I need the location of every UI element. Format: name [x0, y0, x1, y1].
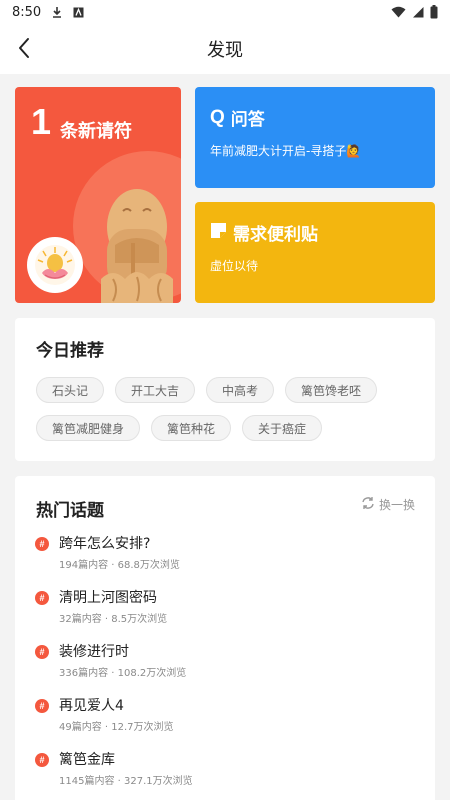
request-count: 1 [31, 101, 52, 142]
sticky-card-subtitle: 虚位以待 [210, 259, 259, 273]
topic-item[interactable]: # 清明上河图密码 32篇内容 · 8.5万次浏览 [35, 587, 415, 631]
tag-chip[interactable]: 开工大吉 [115, 377, 195, 403]
topic-meta: 32篇内容 · 8.5万次浏览 [59, 614, 168, 625]
sticky-card-title: 需求便利贴 [233, 225, 318, 245]
status-bar: 8:50 [0, 0, 450, 24]
tag-chip[interactable]: 篱笆种花 [151, 415, 231, 441]
qa-card[interactable]: Q 问答 年前减肥大计开启-寻搭子🙋 [195, 87, 435, 188]
figurine-illustration [93, 175, 181, 303]
hashtag-icon: # [35, 699, 49, 713]
sticky-card-header: 需求便利贴 [210, 220, 318, 245]
hashtag-icon: # [35, 645, 49, 659]
status-time: 8:50 [12, 4, 42, 20]
hot-topics-panel: 热门话题 换一换 # 跨年怎么安排? 194篇内容 · 68.8万次浏览 # 清… [15, 476, 435, 800]
hashtag-icon: # [35, 591, 49, 605]
tag-chip[interactable]: 篱笆减肥健身 [36, 415, 140, 441]
topic-title: 跨年怎么安排? [59, 536, 151, 552]
sticky-note-icon [210, 222, 227, 244]
nav-header: 发现 [0, 24, 450, 74]
refresh-label: 换一换 [378, 498, 415, 512]
q-icon: Q [210, 106, 225, 128]
topic-title: 装修进行时 [59, 644, 129, 660]
topic-title: 清明上河图密码 [59, 590, 157, 606]
topic-item[interactable]: # 再见爱人4 49篇内容 · 12.7万次浏览 [35, 695, 415, 739]
qa-card-title: 问答 [230, 110, 265, 130]
request-card[interactable]: 1 条新请符 [15, 87, 181, 303]
recommend-title: 今日推荐 [36, 341, 104, 361]
battery-icon [430, 5, 438, 19]
hot-topics-title: 热门话题 [36, 501, 104, 521]
topic-item[interactable]: # 跨年怎么安排? 194篇内容 · 68.8万次浏览 [35, 533, 415, 577]
chevron-left-icon [17, 37, 31, 63]
topic-meta: 49篇内容 · 12.7万次浏览 [59, 722, 174, 733]
topic-meta: 336篇内容 · 108.2万次浏览 [59, 668, 187, 679]
download-icon [51, 6, 63, 18]
topic-title: 篱笆金库 [59, 752, 115, 768]
topic-item[interactable]: # 篱笆金库 1145篇内容 · 327.1万次浏览 [35, 749, 415, 793]
hashtag-icon: # [35, 537, 49, 551]
signal-icon [412, 6, 424, 18]
hashtag-icon: # [35, 753, 49, 767]
qa-card-subtitle: 年前减肥大计开启-寻搭子🙋 [210, 144, 362, 158]
page-title: 发现 [207, 40, 243, 61]
back-button[interactable] [10, 36, 38, 64]
topic-meta: 194篇内容 · 68.8万次浏览 [59, 560, 180, 571]
refresh-button[interactable]: 换一换 [361, 496, 415, 513]
tag-chip[interactable]: 篱笆馋老呸 [285, 377, 377, 403]
wifi-icon [391, 6, 406, 18]
request-label: 条新请符 [60, 121, 132, 142]
tag-chip[interactable]: 石头记 [36, 377, 104, 403]
qa-card-header: Q 问答 [210, 105, 265, 131]
refresh-icon [361, 496, 375, 513]
lotus-badge-icon [27, 237, 83, 293]
tag-chip[interactable]: 关于癌症 [242, 415, 322, 441]
a-badge-icon [73, 7, 84, 18]
recommend-panel: 今日推荐 石头记 开工大吉 中高考 篱笆馋老呸 篱笆减肥健身 篱笆种花 关于癌症 [15, 318, 435, 461]
topic-item[interactable]: # 装修进行时 336篇内容 · 108.2万次浏览 [35, 641, 415, 685]
topic-meta: 1145篇内容 · 327.1万次浏览 [59, 776, 193, 787]
sticky-card[interactable]: 需求便利贴 虚位以待 [195, 202, 435, 303]
tag-chip[interactable]: 中高考 [206, 377, 274, 403]
topic-title: 再见爱人4 [59, 698, 124, 714]
feature-cards: 1 条新请符 Q 问答 年前减肥大计开启-寻搭子🙋 需求便利贴 虚位以待 [15, 87, 435, 303]
